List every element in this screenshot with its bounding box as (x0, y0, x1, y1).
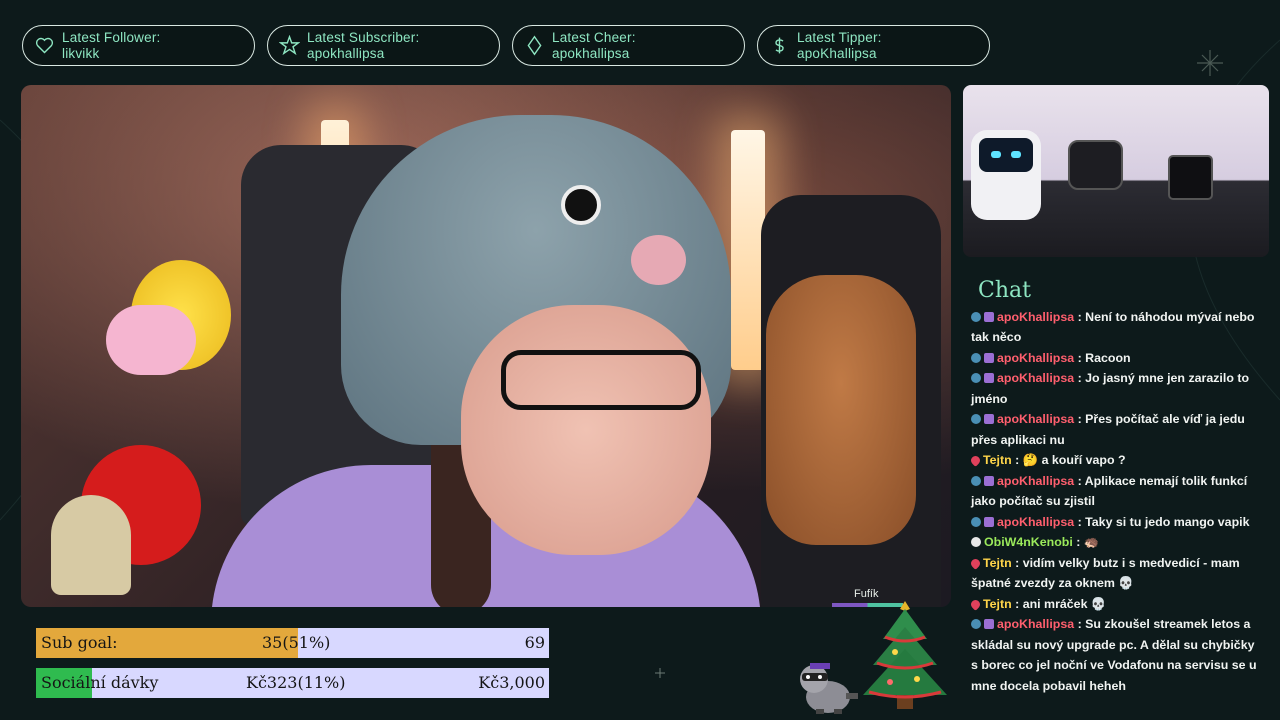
chat-panel: apoKhallipsa : Není to náhodou mývaí neb… (963, 306, 1269, 702)
latest-tipper-pill: Latest Tipper: apoKhallipsa (757, 25, 990, 66)
hat-cheek (631, 235, 686, 285)
hat-eye (561, 185, 601, 225)
chat-username[interactable]: apoKhallipsa (997, 351, 1074, 365)
chat-username[interactable]: ObiW4nKenobi (984, 535, 1073, 549)
social-goal-target: Kč3,000 (478, 673, 545, 692)
sub-goal-label: Sub goal: (41, 633, 118, 652)
latest-follower-pill: Latest Follower: likvikk (22, 25, 255, 66)
chat-username[interactable]: Tejtn (983, 556, 1012, 570)
sub-badge-icon (984, 311, 994, 322)
chat-message: apoKhallipsa : Není to náhodou mývaí neb… (971, 307, 1261, 348)
social-goal-bar: Sociální dávky Kč323(11%) Kč3,000 (36, 668, 549, 698)
robot-cam-feed (963, 85, 1269, 257)
cartman-plush (51, 495, 131, 595)
chat-message: apoKhallipsa : Jo jasný mne jen zarazilo… (971, 368, 1261, 409)
badge-icon (971, 352, 981, 363)
sub-badge-icon (984, 475, 994, 486)
chat-message: apoKhallipsa : Racoon (971, 348, 1261, 369)
dollar-icon (768, 35, 790, 57)
streamer-glasses (501, 350, 701, 410)
teddy-bear-plush (766, 275, 916, 545)
latest-cheer-label: Latest Cheer: (552, 29, 636, 45)
sub-badge-icon (984, 516, 994, 527)
skull-badge-icon (971, 537, 981, 547)
sub-badge-icon (984, 373, 994, 383)
diamond-icon (523, 35, 545, 57)
chat-username[interactable]: apoKhallipsa (997, 371, 1074, 385)
sub-goal-target: 69 (524, 633, 545, 652)
chat-message: apoKhallipsa : Taky si tu jedo mango vap… (971, 512, 1261, 533)
sub-badge-icon (984, 352, 994, 363)
chat-message: apoKhallipsa : Su zkoušel streamek letos… (971, 614, 1261, 696)
raccoon-sprite-icon (800, 663, 858, 714)
social-goal-label: Sociální dávky (41, 673, 159, 692)
chat-text: : vidím velky butz i s medvedicí - mam š… (971, 555, 1240, 591)
sub-goal-current: 35(51%) (262, 633, 331, 652)
sparkle-icon (1197, 50, 1223, 76)
chat-message: Tejtn : 🤔 a kouří vapo ? (969, 450, 1261, 471)
heart-badge-icon (969, 597, 982, 611)
latest-cheer-pill: Latest Cheer: apokhallipsa (512, 25, 745, 66)
chat-title: Chat (978, 278, 1031, 303)
christmas-tree-icon (863, 601, 947, 709)
sub-goal-bar: Sub goal: 35(51%) 69 (36, 628, 549, 658)
social-goal-current: Kč323(11%) (246, 673, 346, 692)
chat-text: : Racoon (1077, 350, 1131, 365)
badge-icon (971, 619, 981, 629)
latest-tipper-value: apoKhallipsa (797, 45, 877, 61)
latest-follower-label: Latest Follower: (62, 29, 161, 45)
white-robot (971, 130, 1041, 220)
chat-message: Tejtn : vidím velky butz i s medvedicí -… (969, 553, 1261, 594)
star-icon (278, 35, 300, 57)
chat-username[interactable]: apoKhallipsa (997, 310, 1074, 324)
chat-message-list: apoKhallipsa : Není to náhodou mývaí neb… (963, 307, 1269, 703)
robot-face-screen (979, 138, 1033, 172)
badge-icon (971, 516, 981, 527)
sub-badge-icon (984, 619, 994, 629)
main-webcam-feed (21, 85, 951, 607)
badge-icon (971, 311, 981, 322)
sub-badge-icon (984, 414, 994, 424)
light-bar-right (731, 130, 765, 370)
chat-username[interactable]: Tejtn (983, 597, 1012, 611)
chat-text: : ani mráček 💀 (1015, 596, 1107, 611)
chat-message: ObiW4nKenobi : 🦔 (971, 532, 1261, 553)
latest-follower-value: likvikk (62, 45, 100, 61)
vector-robot (1068, 140, 1123, 190)
heart-icon (33, 35, 55, 57)
streamer-face (461, 305, 711, 555)
robot-cube (1168, 155, 1213, 200)
heart-badge-icon (969, 454, 982, 467)
latest-cheer-value: apokhallipsa (552, 45, 630, 61)
latest-subscriber-value: apokhallipsa (307, 45, 385, 61)
badge-icon (971, 373, 981, 383)
latest-subscriber-pill: Latest Subscriber: apokhallipsa (267, 25, 500, 66)
badge-icon (971, 414, 981, 424)
chat-text: : Taky si tu jedo mango vapik (1077, 514, 1250, 529)
latest-tipper-label: Latest Tipper: (797, 29, 882, 45)
chat-text: : 🦔 (1076, 535, 1100, 549)
chat-username[interactable]: apoKhallipsa (997, 617, 1074, 631)
chat-username[interactable]: apoKhallipsa (997, 412, 1074, 426)
chat-message: apoKhallipsa : Aplikace nemají tolik fun… (971, 471, 1261, 512)
chat-text: : 🤔 a kouří vapo ? (1015, 453, 1126, 467)
latest-subscriber-label: Latest Subscriber: (307, 29, 420, 45)
chat-username[interactable]: apoKhallipsa (997, 474, 1074, 488)
jigglypuff-plush (106, 305, 196, 375)
chat-message: Tejtn : ani mráček 💀 (969, 594, 1261, 615)
sparkle-icon-small (655, 668, 665, 678)
stream-alerts-bar: Latest Follower: likvikk Latest Subscrib… (22, 25, 990, 66)
chat-username[interactable]: Tejtn (983, 453, 1012, 467)
badge-icon (971, 475, 981, 486)
chat-message: apoKhallipsa : Přes počítač ale víď ja j… (971, 409, 1261, 450)
chat-username[interactable]: apoKhallipsa (997, 515, 1074, 529)
heart-badge-icon (969, 556, 982, 570)
